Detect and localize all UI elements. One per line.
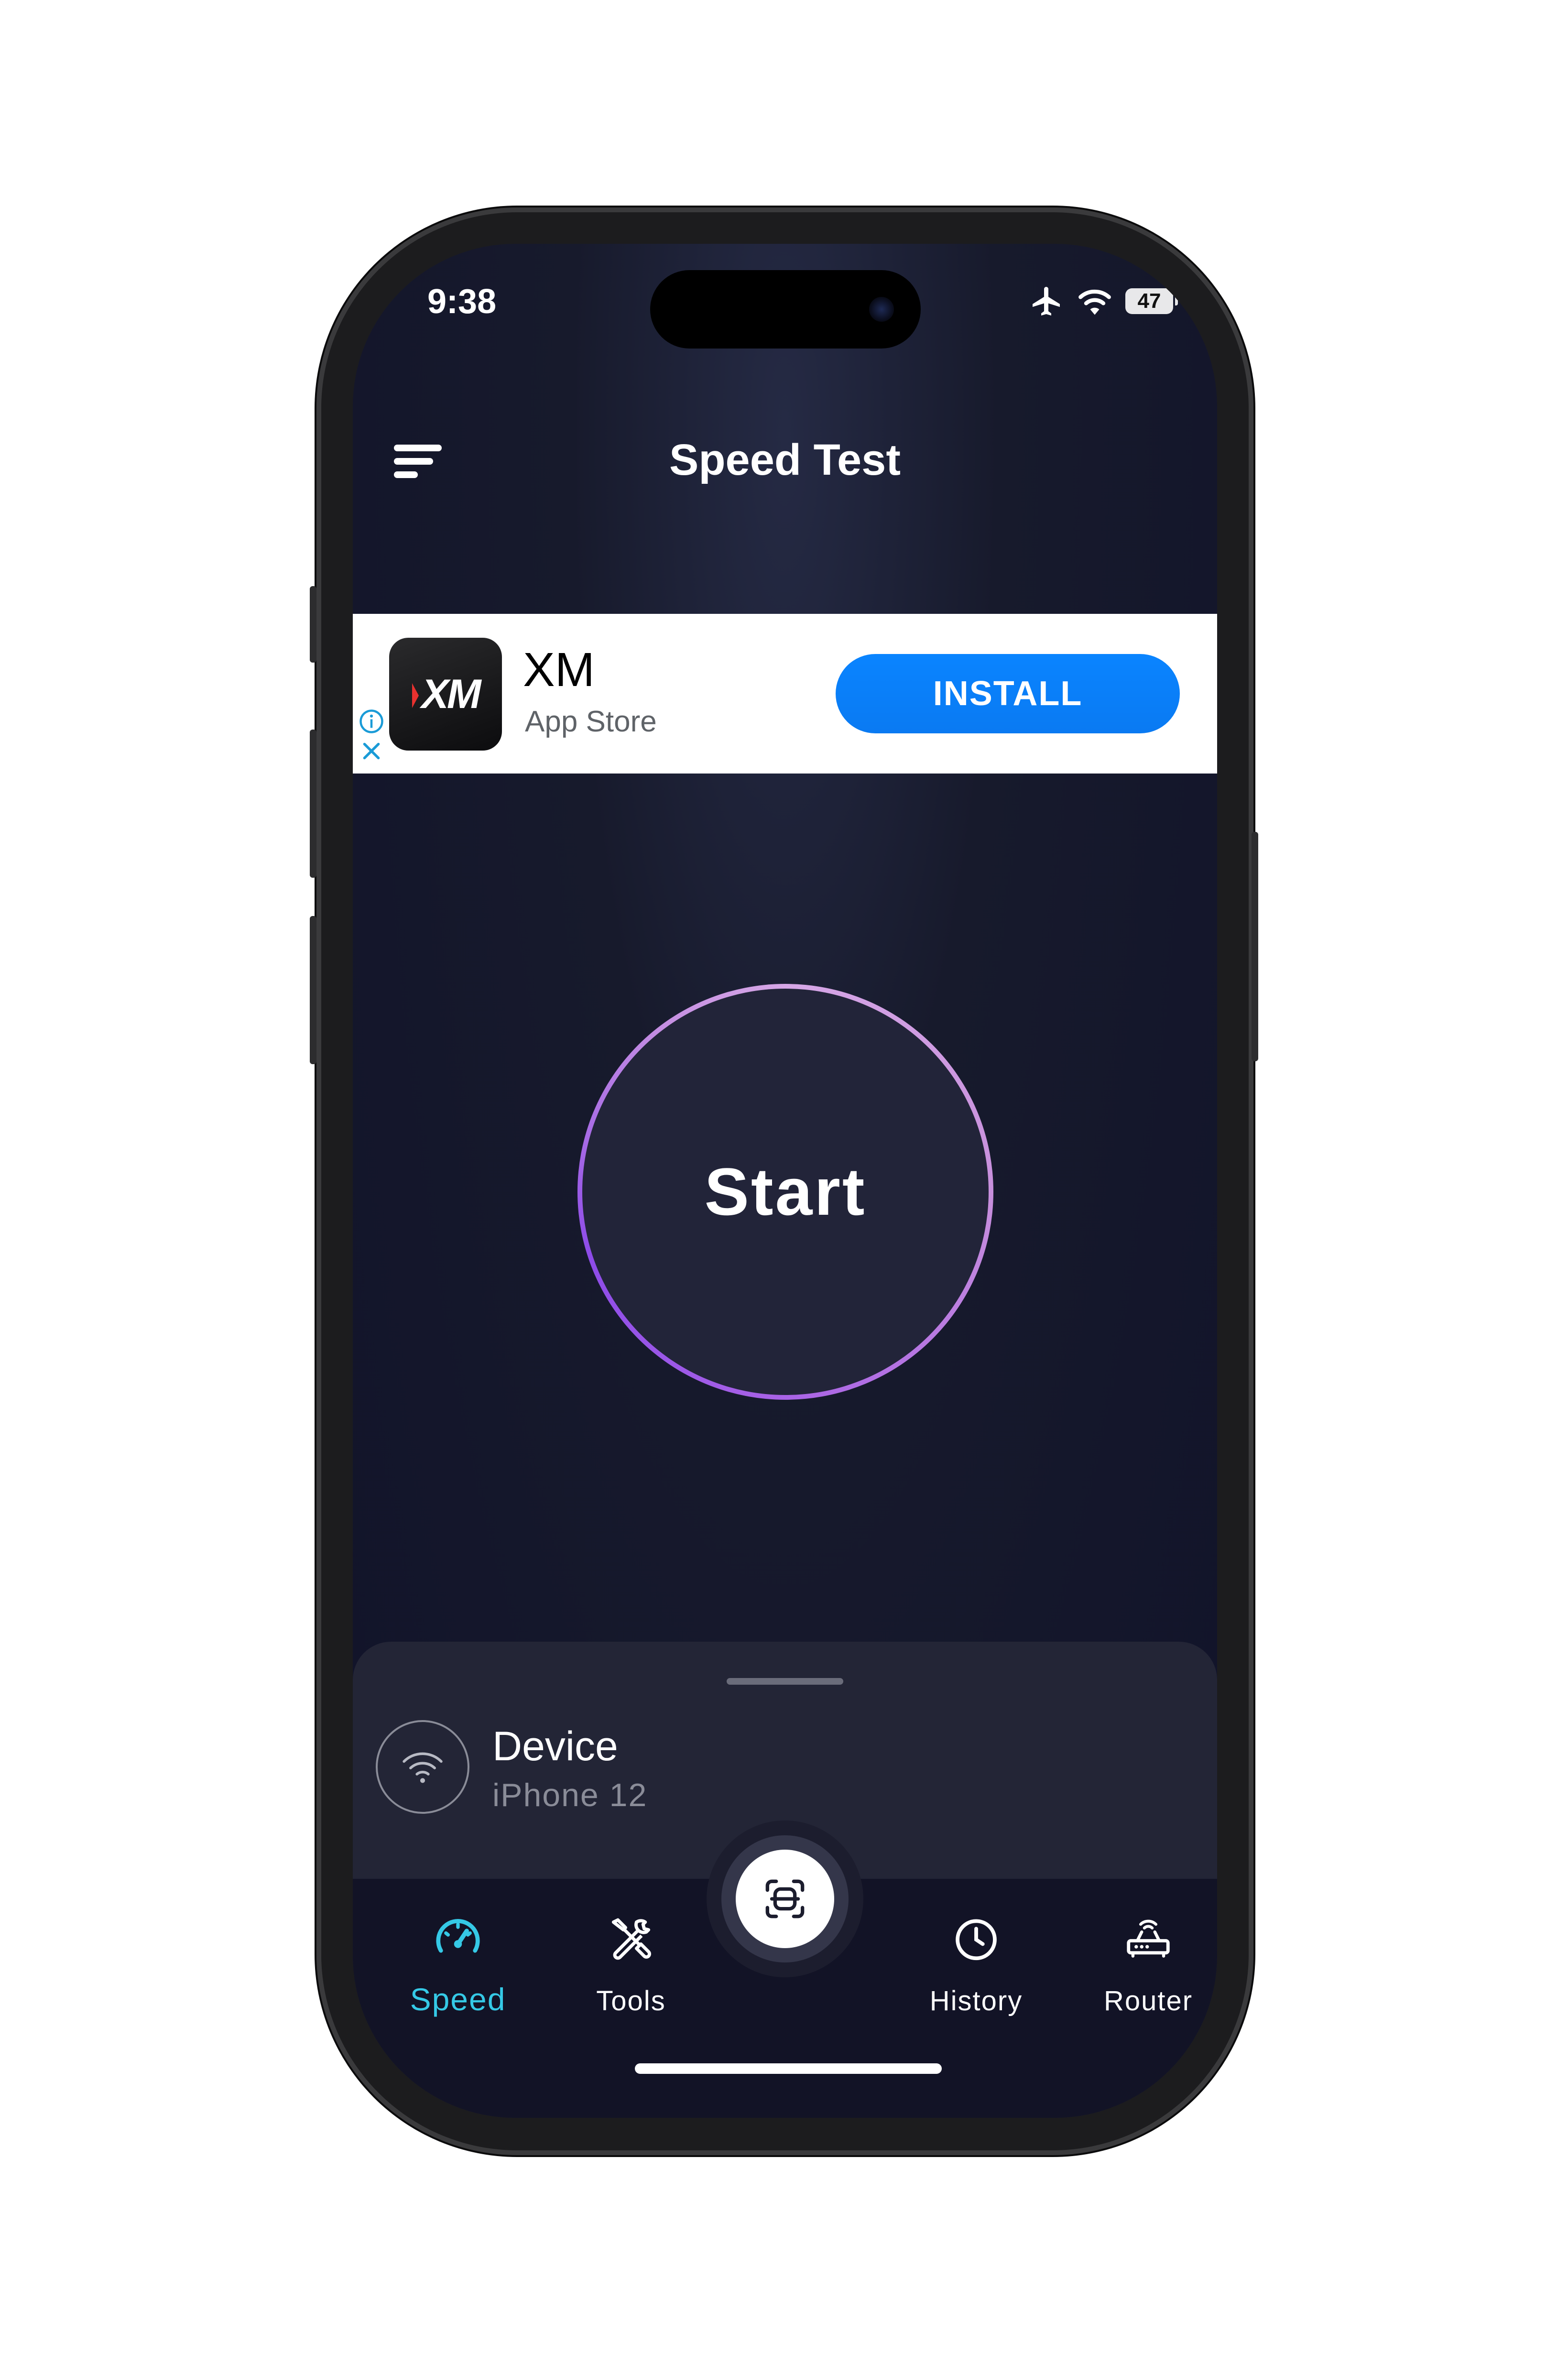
action-button [310,586,316,663]
wifi-icon [1078,289,1111,315]
tab-tools-label: Tools [596,1985,666,2016]
ad-app-logo[interactable]: XM [389,638,502,751]
ad-app-name[interactable]: XM [523,643,595,697]
device-value: iPhone 12 [492,1777,648,1813]
status-icons: 47 [1030,284,1178,318]
ad-close-icon[interactable] [359,739,383,763]
ad-source: App Store [525,705,657,738]
dynamic-island [650,270,921,349]
device-wifi-icon [376,1720,469,1814]
side-button [1252,832,1258,1061]
status-time: 9:38 [427,283,497,321]
tab-speed-label: Speed [410,1982,506,2017]
router-icon [1127,1919,1170,1958]
volume-down-button [310,916,316,1064]
speedometer-icon [436,1919,480,1953]
ad-logo-text: XM [412,671,481,718]
scan-button[interactable] [736,1850,834,1948]
ad-info-icon[interactable] [359,708,384,734]
app-screen: 9:38 47 Speed Test XM XM App Store INSTA… [353,244,1217,2118]
home-indicator[interactable] [635,2063,942,2074]
tab-speed[interactable]: Speed [396,1912,520,2017]
airplane-icon [1033,287,1060,316]
scan-button-ring [721,1835,849,1962]
start-button[interactable]: Start [577,984,993,1400]
sheet-drag-handle[interactable] [727,1678,843,1685]
ad-banner[interactable]: XM XM App Store INSTALL [353,614,1217,774]
tools-icon [611,1918,651,1960]
scan-icon [765,1879,805,1918]
tab-router-label: Router [1103,1985,1193,2016]
page-title: Speed Test [669,436,901,484]
clock-icon [956,1919,997,1961]
tab-tools[interactable]: Tools [569,1912,693,2017]
tab-history[interactable]: History [914,1912,1038,2017]
volume-up-button [310,730,316,878]
install-button[interactable]: INSTALL [836,654,1180,733]
device-label: Device [492,1723,618,1769]
front-camera [869,297,894,322]
battery-indicator: 47 [1125,288,1178,314]
tab-history-label: History [929,1985,1023,2016]
tab-router[interactable]: Router [1086,1912,1210,2017]
start-label: Start [582,989,989,1395]
scan-button-wrap [707,1820,863,1977]
